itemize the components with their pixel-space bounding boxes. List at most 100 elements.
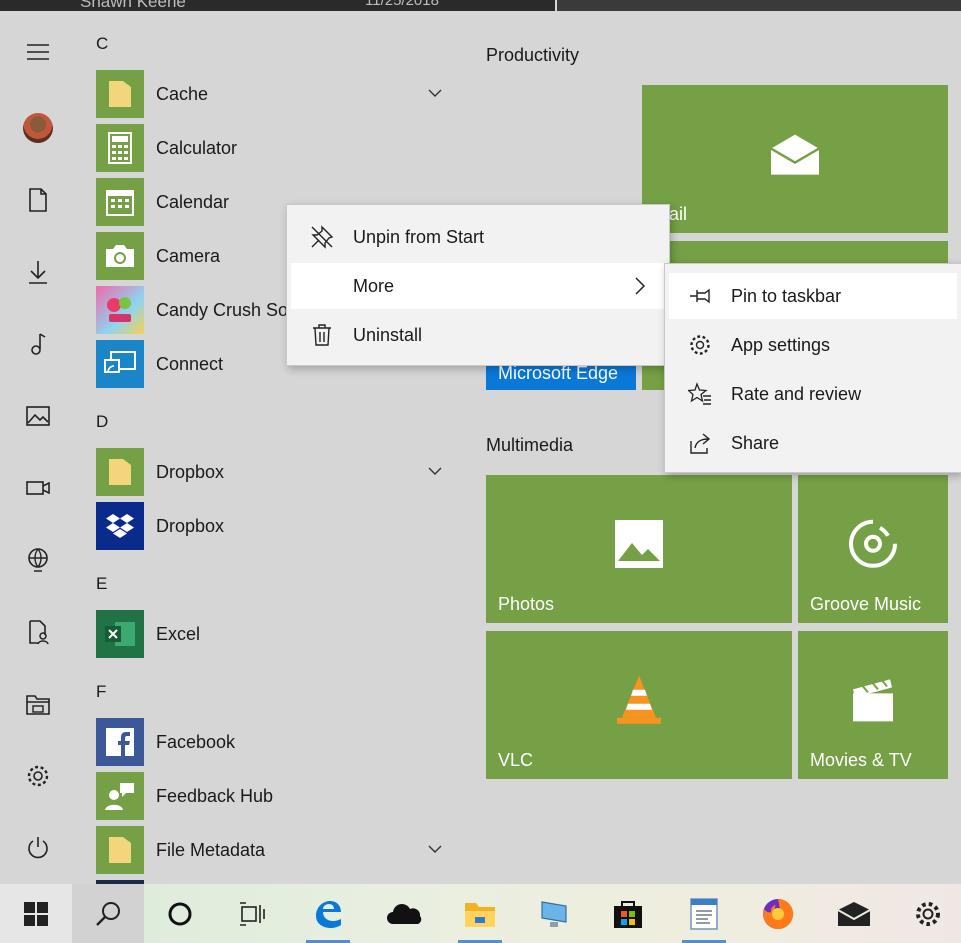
chevron-down-icon[interactable]	[426, 462, 444, 480]
group-title-productivity[interactable]: Productivity	[486, 45, 579, 66]
wordpad-icon	[690, 897, 718, 930]
submenu-item-app-settings[interactable]: App settings	[669, 322, 957, 368]
app-name: Calendar	[156, 191, 230, 212]
connect-icon	[96, 340, 144, 388]
app-name: Connect	[156, 353, 224, 374]
app-name: Dropbox	[156, 461, 225, 482]
taskbar-wordpad[interactable]	[668, 884, 740, 943]
group-title-multimedia[interactable]: Multimedia	[486, 435, 573, 456]
firefox-icon	[763, 898, 794, 929]
menu-item-label: Unpin from Start	[353, 226, 485, 247]
app-item-file-metadata[interactable]: File Metadata	[96, 826, 456, 874]
file-explorer-button[interactable]	[14, 680, 62, 728]
app-item-calculator[interactable]: Calculator	[96, 124, 456, 172]
hamburger-button[interactable]	[14, 28, 62, 76]
top-window-right	[557, 0, 961, 11]
start-rail	[0, 12, 76, 884]
tile-photos[interactable]: Photos	[486, 475, 792, 623]
cortana-button[interactable]	[144, 884, 216, 943]
app-item-dropbox[interactable]: Dropbox	[96, 502, 456, 550]
network-icon	[28, 548, 48, 572]
menu-item-unpin[interactable]: Unpin from Start	[291, 214, 665, 260]
tile-label: VLC	[498, 750, 534, 770]
submenu-item-rate-and-review[interactable]: Rate and review	[669, 371, 957, 417]
music-button[interactable]	[14, 320, 62, 368]
document-icon	[29, 188, 47, 212]
menu-item-label: Pin to taskbar	[731, 285, 842, 306]
settings-button[interactable]	[14, 752, 62, 800]
cortana-icon	[168, 902, 192, 925]
letter-header-e[interactable]: E	[96, 574, 107, 594]
excel-icon	[96, 610, 144, 658]
taskbar-edge[interactable]	[292, 884, 364, 943]
letter-header-d[interactable]: D	[96, 412, 108, 432]
pictures-button[interactable]	[14, 392, 62, 440]
task-view-icon	[240, 901, 265, 926]
task-view-button[interactable]	[216, 884, 288, 943]
video-icon	[26, 481, 50, 495]
app-name: Feedback Hub	[156, 785, 274, 806]
menu-item-more[interactable]: More	[291, 263, 665, 309]
taskbar-mail[interactable]	[818, 884, 890, 943]
unpin-icon	[311, 225, 334, 249]
taskbar-onedrive[interactable]	[368, 884, 440, 943]
tile-movies-tv[interactable]: Movies & TV	[798, 631, 948, 779]
settings-icon	[27, 765, 49, 787]
submenu-item-share[interactable]: Share	[669, 420, 957, 466]
network-button[interactable]	[14, 536, 62, 584]
this-pc-icon	[541, 900, 567, 927]
onedrive-icon	[387, 903, 422, 924]
context-menu: Unpin from Start More Uninstall	[286, 204, 670, 366]
chevron-down-icon[interactable]	[426, 840, 444, 858]
app-list: C Cache Calculator Calendar Camera Candy…	[88, 12, 460, 884]
menu-item-label: App settings	[731, 334, 831, 355]
menu-item-label: More	[353, 275, 395, 296]
documents-button[interactable]	[14, 176, 62, 224]
hamburger-icon	[27, 44, 49, 60]
taskbar-store[interactable]	[592, 884, 664, 943]
mail-icon	[837, 901, 871, 926]
date-label: 11/25/2018	[365, 0, 439, 9]
settings-icon	[916, 901, 940, 926]
app-item-facebook[interactable]: Facebook	[96, 718, 456, 766]
tile-groove-music[interactable]: Groove Music	[798, 475, 948, 623]
gear-icon	[690, 335, 710, 355]
camera-icon	[96, 232, 144, 280]
tile-vlc[interactable]: VLC	[486, 631, 792, 779]
calculator-icon	[96, 124, 144, 172]
menu-item-uninstall[interactable]: Uninstall	[291, 312, 665, 358]
taskbar-this-pc[interactable]	[518, 884, 590, 943]
candy-crush-icon	[96, 286, 144, 334]
app-name: Dropbox	[156, 515, 225, 536]
personal-folder-icon	[29, 620, 49, 645]
taskbar-settings[interactable]	[892, 884, 961, 943]
app-item-feedback-hub[interactable]: Feedback Hub	[96, 772, 456, 820]
letter-header-f[interactable]: F	[96, 682, 106, 702]
start-button[interactable]	[0, 884, 72, 943]
account-button[interactable]	[14, 104, 62, 152]
app-item-cache[interactable]: Cache	[96, 70, 456, 118]
app-item-excel[interactable]: Excel	[96, 610, 456, 658]
trash-icon	[313, 324, 331, 346]
facebook-icon	[96, 718, 144, 766]
personal-folder-button[interactable]	[14, 608, 62, 656]
search-button[interactable]	[72, 884, 144, 943]
chevron-down-icon[interactable]	[426, 84, 444, 102]
letter-header-c[interactable]: C	[96, 34, 108, 54]
movies-icon	[853, 679, 893, 722]
feedback-icon	[96, 772, 144, 820]
submenu-item-pin-to-taskbar[interactable]: Pin to taskbar	[669, 273, 957, 319]
store-icon	[614, 900, 642, 928]
taskbar-firefox[interactable]	[742, 884, 814, 943]
power-button[interactable]	[14, 824, 62, 872]
app-name: File Metadata	[156, 839, 266, 860]
app-item-dropbox-folder[interactable]: Dropbox	[96, 448, 456, 496]
download-icon	[29, 261, 47, 284]
downloads-button[interactable]	[14, 248, 62, 296]
tile-mail[interactable]: Mail	[642, 85, 948, 233]
taskbar-file-explorer[interactable]	[444, 884, 516, 943]
power-icon	[28, 837, 48, 859]
edge-icon	[316, 900, 341, 928]
file-explorer-icon	[26, 695, 50, 715]
videos-button[interactable]	[14, 464, 62, 512]
